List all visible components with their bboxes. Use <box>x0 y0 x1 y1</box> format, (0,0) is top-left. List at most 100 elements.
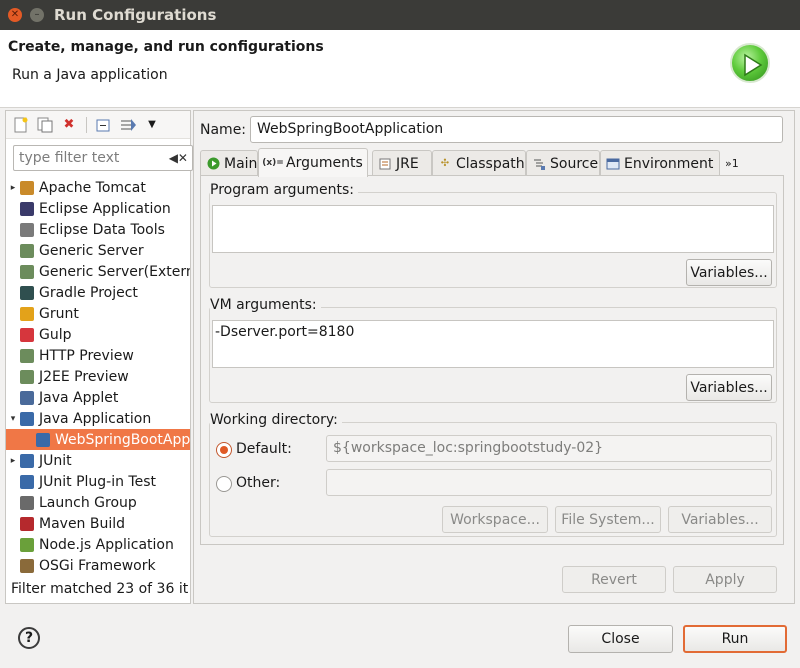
tree-item-label: Node.js Application <box>39 536 174 553</box>
tab-jre[interactable]: JRE <box>372 150 432 176</box>
other-directory-field[interactable] <box>326 469 772 496</box>
arguments-tab-panel: Program arguments: Variables... VM argum… <box>200 175 784 545</box>
tab-classpath-label: Classpath <box>456 155 525 172</box>
tabs-overflow-button[interactable]: »1 <box>720 150 750 176</box>
junit-icon <box>20 453 34 468</box>
server-icon <box>20 369 34 384</box>
view-menu-chevron-down-icon[interactable]: ▼ <box>143 116 161 134</box>
filter-configurations-icon[interactable] <box>119 116 137 134</box>
run-button[interactable]: Run <box>683 625 787 653</box>
vm-arguments-label: VM arguments: <box>210 297 321 313</box>
tree-item[interactable]: Maven Build <box>6 513 190 534</box>
tomcat-icon <box>20 180 34 195</box>
maven-icon <box>20 516 34 531</box>
configuration-tree: ▸ Apache Tomcat Eclipse Application Eclipse… <box>6 177 190 576</box>
main-tab-icon <box>206 157 220 171</box>
tab-main-label: Main <box>224 155 258 172</box>
expanded-chevron-icon[interactable]: ▾ <box>6 414 20 424</box>
tree-item[interactable]: Launch Group <box>6 492 190 513</box>
tab-source[interactable]: Source <box>526 150 600 176</box>
working-directory-label: Working directory: <box>210 412 342 428</box>
tree-item-label: OSGi Framework <box>39 557 156 574</box>
program-arguments-variables-button[interactable]: Variables... <box>686 259 772 286</box>
tree-item[interactable]: Gradle Project <box>6 282 190 303</box>
filter-input[interactable] <box>19 147 177 169</box>
window-minimize-button[interactable]: – <box>30 8 44 22</box>
new-configuration-icon[interactable] <box>12 116 30 134</box>
working-directory-group: Working directory: Default: ${workspace_… <box>209 412 777 537</box>
vm-arguments-textarea[interactable]: -Dserver.port=8180 <box>212 320 774 368</box>
tree-item[interactable]: ▸ JUnit <box>6 450 190 471</box>
tree-item[interactable]: Generic Server(External Launch) <box>6 261 190 282</box>
delete-icon[interactable]: ✖ <box>60 116 78 134</box>
tree-item-label: WebSpringBootApplication <box>55 431 190 448</box>
classpath-tab-icon: ✣ <box>440 158 450 169</box>
jre-tab-icon <box>378 157 392 171</box>
name-input[interactable]: WebSpringBootApplication <box>250 116 783 143</box>
vm-arguments-variables-button[interactable]: Variables... <box>686 374 772 401</box>
junit-icon <box>20 474 34 489</box>
program-arguments-group: Program arguments: Variables... <box>209 182 777 288</box>
revert-button[interactable]: Revert <box>562 566 666 593</box>
tree-item-label: Maven Build <box>39 515 126 532</box>
tree-item-label: Gulp <box>39 326 72 343</box>
duplicate-icon[interactable] <box>36 116 54 134</box>
tab-environment[interactable]: Environment <box>600 150 720 176</box>
tab-arguments[interactable]: (x)= Arguments <box>258 148 368 177</box>
environment-tab-icon <box>606 157 620 171</box>
server-icon <box>20 243 34 258</box>
collapse-all-icon[interactable] <box>95 116 113 134</box>
tree-item[interactable]: JUnit Plug-in Test <box>6 471 190 492</box>
clear-filter-icon[interactable]: ◀✕ <box>169 151 188 165</box>
tree-item-label: JUnit Plug-in Test <box>39 473 157 490</box>
other-directory-radio[interactable] <box>216 476 232 492</box>
tab-main[interactable]: Main <box>200 150 258 176</box>
tree-item[interactable]: ▾ Java Application <box>6 408 190 429</box>
tree-item[interactable]: WebSpringBootApplication <box>6 429 190 450</box>
tree-item[interactable]: Eclipse Application <box>6 198 190 219</box>
filter-status: Filter matched 23 of 36 items <box>11 581 189 597</box>
tree-item[interactable]: Grunt <box>6 303 190 324</box>
arguments-tab-icon: (x)= <box>262 158 284 168</box>
osgi-icon <box>20 558 34 573</box>
tree-item-label: Gradle Project <box>39 284 138 301</box>
other-directory-label: Other: <box>236 475 281 491</box>
tree-item[interactable]: OSGi Framework <box>6 555 190 576</box>
filter-field[interactable]: ◀✕ <box>13 145 193 171</box>
tree-item[interactable]: HTTP Preview <box>6 345 190 366</box>
default-directory-radio[interactable] <box>216 442 232 458</box>
workspace-button[interactable]: Workspace... <box>442 506 548 533</box>
tab-classpath[interactable]: ✣ Classpath <box>432 150 526 176</box>
tree-item-label: Eclipse Application <box>39 200 171 217</box>
working-directory-variables-button[interactable]: Variables... <box>668 506 772 533</box>
close-button[interactable]: Close <box>568 625 673 653</box>
tree-item[interactable]: J2EE Preview <box>6 366 190 387</box>
tree-item[interactable]: Node.js Application <box>6 534 190 555</box>
grunt-icon <box>20 306 34 321</box>
apply-button[interactable]: Apply <box>673 566 777 593</box>
tab-jre-label: JRE <box>396 155 419 172</box>
configuration-list-panel: ✖ ▼ ◀✕ ▸ Apache Tomcat Eclipse Application… <box>5 110 193 604</box>
tree-item-label: Java Applet <box>39 389 119 406</box>
tab-source-label: Source <box>550 155 599 172</box>
tree-item[interactable]: Eclipse Data Tools <box>6 219 190 240</box>
vm-arguments-group: VM arguments: -Dserver.port=8180 Variabl… <box>209 297 777 403</box>
tree-item[interactable]: ▸ Apache Tomcat <box>6 177 190 198</box>
eclipse-icon <box>20 201 34 216</box>
file-system-button[interactable]: File System... <box>555 506 661 533</box>
collapsed-chevron-icon[interactable]: ▸ <box>6 183 20 193</box>
program-arguments-textarea[interactable] <box>212 205 774 253</box>
source-tab-icon <box>532 157 546 171</box>
dialog-header: Create, manage, and run configurations R… <box>0 30 800 108</box>
tree-item[interactable]: Java Applet <box>6 387 190 408</box>
tree-item[interactable]: Generic Server <box>6 240 190 261</box>
help-icon[interactable]: ? <box>18 627 40 649</box>
window-titlebar: ✕ – Run Configurations <box>0 0 800 30</box>
tree-item-label: Apache Tomcat <box>39 179 146 196</box>
collapsed-chevron-icon[interactable]: ▸ <box>6 456 20 466</box>
window-close-button[interactable]: ✕ <box>8 8 22 22</box>
tree-item-label: J2EE Preview <box>39 368 129 385</box>
tree-item[interactable]: Gulp <box>6 324 190 345</box>
name-label: Name: <box>200 122 247 138</box>
java-app-icon <box>20 411 34 426</box>
